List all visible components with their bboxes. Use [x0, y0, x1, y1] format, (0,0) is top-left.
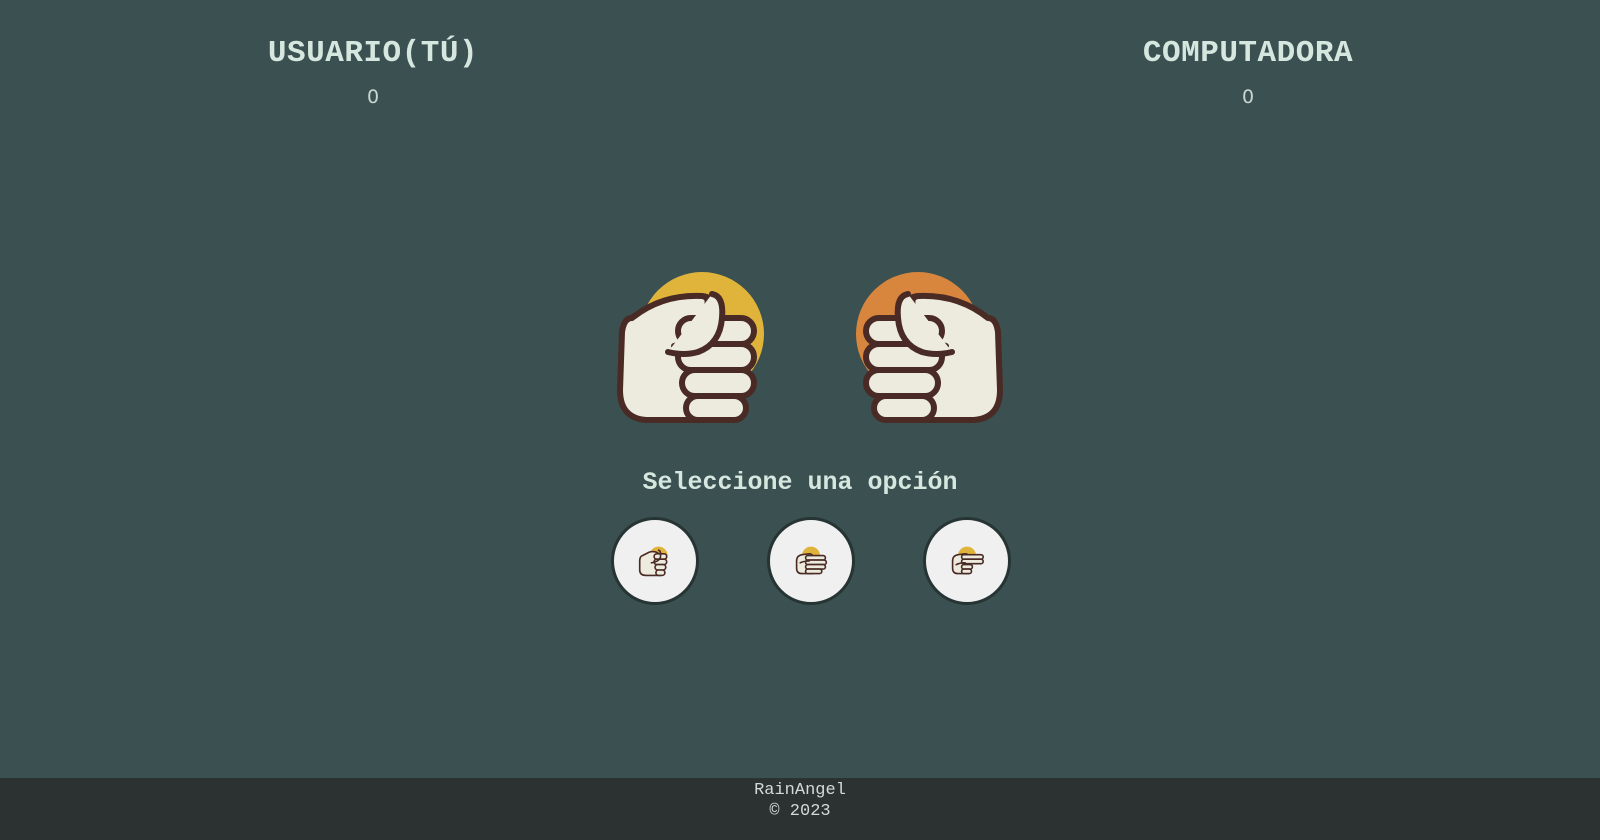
footer-author: RainAngel [754, 781, 846, 800]
rock-fist-icon [638, 546, 668, 577]
computer-hand [848, 268, 1008, 428]
computer-score-panel: COMPUTADORA 0 [1068, 34, 1428, 110]
computer-label: COMPUTADORA [1142, 36, 1354, 71]
selection-prompt: Seleccione una opción [642, 468, 958, 497]
footer-copyright: © 2023 [769, 802, 831, 821]
paper-hand-icon [795, 546, 828, 575]
user-label: USUARIO(TÚ) [267, 36, 479, 71]
rock-option-button[interactable] [611, 517, 699, 605]
computer-score: 0 [1241, 86, 1255, 108]
footer: RainAngel © 2023 [0, 778, 1600, 840]
user-score-panel: USUARIO(TÚ) 0 [193, 34, 553, 110]
user-hand [612, 268, 772, 428]
scissors-hand-icon [951, 546, 985, 575]
rock-fist-icon [617, 272, 764, 423]
paper-option-button[interactable] [767, 517, 855, 605]
user-score: 0 [366, 86, 380, 108]
scissors-option-button[interactable] [923, 517, 1011, 605]
rock-fist-icon [856, 272, 1003, 423]
